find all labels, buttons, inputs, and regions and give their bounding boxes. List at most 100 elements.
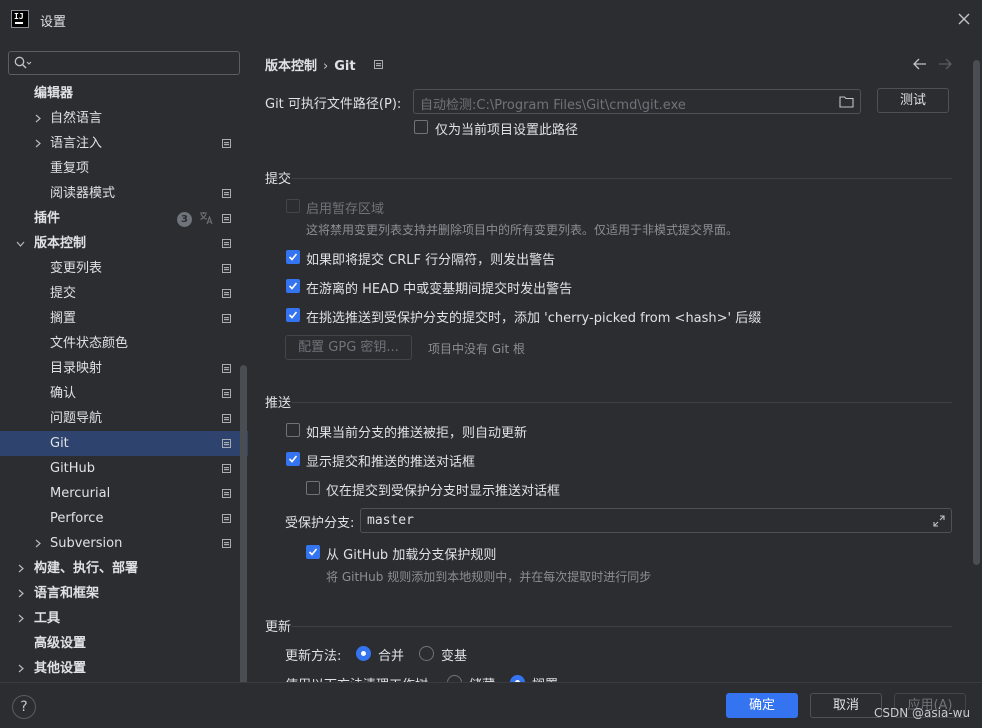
sidebar-item-label: Git — [50, 436, 69, 451]
sidebar-item-advanced-settings[interactable]: 高级设置 — [0, 631, 240, 656]
crlf-warning-checkbox[interactable] — [286, 250, 300, 264]
sidebar-item-label: 语言注入 — [50, 136, 103, 151]
sidebar-item-label: 提交 — [50, 286, 77, 301]
sidebar-item-language-injections[interactable]: 语言注入 — [0, 131, 240, 156]
breadcrumb-parent[interactable]: 版本控制 — [265, 59, 317, 74]
cherry-pick-suffix-checkbox[interactable] — [286, 308, 300, 322]
push-section-divider — [292, 402, 952, 403]
close-icon[interactable] — [956, 11, 972, 27]
title-bar: IJ 设置 — [0, 0, 982, 40]
sidebar-item-changelists[interactable]: 变更列表 — [0, 256, 240, 281]
crlf-warning-label: 如果即将提交 CRLF 行分隔符，则发出警告 — [306, 253, 556, 268]
sidebar-item-shelf[interactable]: 搁置 — [0, 306, 240, 331]
project-settings-icon — [222, 314, 231, 323]
sidebar-item-editor[interactable]: 编辑器 — [0, 81, 240, 106]
sidebar-item-git[interactable]: Git — [0, 431, 248, 456]
sidebar-item-subversion[interactable]: Subversion — [0, 531, 240, 556]
search-input[interactable] — [35, 54, 235, 72]
folder-icon[interactable] — [839, 95, 854, 108]
help-button[interactable]: ? — [12, 695, 36, 719]
sidebar-item-label: 确认 — [50, 386, 77, 401]
load-github-rules-hint: 将 GitHub 规则添加到本地规则中，并在每次提取时进行同步 — [326, 570, 652, 584]
project-only-checkbox[interactable] — [414, 120, 428, 134]
sidebar-item-label: 目录映射 — [50, 361, 103, 376]
sidebar-item-build-execution-deployment[interactable]: 构建、执行、部署 — [0, 556, 240, 581]
update-section-divider — [292, 626, 952, 627]
project-settings-icon — [222, 139, 231, 148]
detached-head-checkbox[interactable] — [286, 279, 300, 293]
ok-button[interactable]: 确定 — [726, 693, 798, 718]
cancel-button[interactable]: 取消 — [810, 693, 882, 718]
protected-only-dialog-label: 仅在提交到受保护分支时显示推送对话框 — [326, 484, 561, 499]
sidebar-item-commit[interactable]: 提交 — [0, 281, 240, 306]
shelve-radio[interactable] — [510, 675, 525, 682]
load-github-rules-label: 从 GitHub 加载分支保护规则 — [326, 548, 497, 563]
sidebar-item-label: 高级设置 — [34, 636, 87, 651]
protected-branches-value: master — [367, 513, 414, 528]
sidebar-item-directory-mappings[interactable]: 目录映射 — [0, 356, 240, 381]
chevron-right-icon[interactable] — [16, 564, 25, 573]
checkmark-icon — [288, 282, 298, 290]
sidebar-item-other-settings[interactable]: 其他设置 — [0, 656, 240, 681]
sidebar-item-label: Mercurial — [50, 486, 111, 501]
sidebar-item-duplicates[interactable]: 重复项 — [0, 156, 240, 181]
sidebar-item-label: 插件 — [34, 211, 61, 226]
sidebar-item-label: Perforce — [50, 511, 104, 526]
rebase-radio[interactable] — [419, 646, 434, 661]
chevron-right-icon[interactable] — [16, 664, 25, 673]
staging-area-checkbox[interactable] — [286, 199, 300, 213]
git-path-placeholder: 自动检测:C:\Program Files\Git\cmd\git.exe — [420, 98, 686, 113]
sidebar-item-languages-frameworks[interactable]: 语言和框架 — [0, 581, 240, 606]
chevron-right-icon[interactable] — [33, 139, 42, 148]
merge-radio[interactable] — [356, 646, 371, 661]
git-path-input[interactable]: 自动检测:C:\Program Files\Git\cmd\git.exe — [413, 89, 861, 114]
sidebar-item-label: 重复项 — [50, 161, 90, 176]
settings-sidebar: 编辑器 自然语言 语言注入 重复项 阅读器模式 插件 3 版本控制 变更列表 提… — [0, 40, 248, 682]
sidebar-item-issue-navigation[interactable]: 问题导航 — [0, 406, 240, 431]
sidebar-item-tools[interactable]: 工具 — [0, 606, 240, 631]
sidebar-item-github[interactable]: GitHub — [0, 456, 240, 481]
cherry-pick-suffix-label: 在挑选推送到受保护分支的提交时，添加 'cherry-picked from <… — [306, 311, 762, 326]
chevron-right-icon[interactable] — [16, 589, 25, 598]
chevron-right-icon[interactable] — [33, 539, 42, 548]
sidebar-item-plugins[interactable]: 插件 3 — [0, 206, 240, 231]
sidebar-item-file-status-colors[interactable]: 文件状态颜色 — [0, 331, 240, 356]
show-push-dialog-checkbox[interactable] — [286, 452, 300, 466]
checkmark-icon — [288, 311, 298, 319]
arrow-right-icon[interactable] — [937, 57, 953, 71]
sidebar-item-label: 编辑器 — [34, 86, 74, 101]
chevron-right-icon[interactable] — [33, 114, 42, 123]
sidebar-item-perforce[interactable]: Perforce — [0, 506, 240, 531]
update-section-title: 更新 — [265, 620, 292, 635]
arrow-left-icon[interactable] — [912, 57, 928, 71]
test-button[interactable]: 测试 — [877, 88, 949, 113]
sidebar-item-label: 工具 — [34, 611, 61, 626]
sidebar-item-confirmation[interactable]: 确认 — [0, 381, 240, 406]
auto-update-checkbox[interactable] — [286, 423, 300, 437]
chevron-right-icon[interactable] — [16, 614, 25, 623]
stash-radio[interactable] — [447, 675, 462, 682]
project-settings-icon — [222, 464, 231, 473]
sidebar-item-label: 文件状态颜色 — [50, 336, 129, 351]
protected-only-dialog-checkbox[interactable] — [306, 481, 320, 495]
translate-icon — [200, 212, 213, 225]
sidebar-item-label: 问题导航 — [50, 411, 103, 426]
chevron-down-icon[interactable] — [16, 239, 25, 248]
sidebar-scrollbar[interactable] — [240, 365, 247, 682]
csdn-watermark: CSDN @asia-wu — [874, 706, 971, 720]
project-settings-icon — [222, 364, 231, 373]
configure-gpg-button[interactable]: 配置 GPG 密钥... — [285, 335, 412, 360]
breadcrumb-separator: › — [323, 59, 329, 74]
stash-label: 储藏 — [469, 674, 495, 682]
sidebar-item-version-control[interactable]: 版本控制 — [0, 231, 240, 256]
sidebar-item-reader-mode[interactable]: 阅读器模式 — [0, 181, 240, 206]
expand-icon[interactable] — [933, 515, 945, 527]
detached-head-label: 在游离的 HEAD 中或变基期间提交时发出警告 — [306, 282, 573, 297]
settings-search-box[interactable] — [8, 51, 240, 75]
content-scrollbar[interactable] — [973, 60, 980, 565]
load-github-rules-checkbox[interactable] — [306, 545, 320, 559]
sidebar-item-natural-languages[interactable]: 自然语言 — [0, 106, 240, 131]
protected-branches-input[interactable]: master — [360, 508, 952, 533]
commit-section-title: 提交 — [265, 172, 292, 187]
sidebar-item-mercurial[interactable]: Mercurial — [0, 481, 240, 506]
